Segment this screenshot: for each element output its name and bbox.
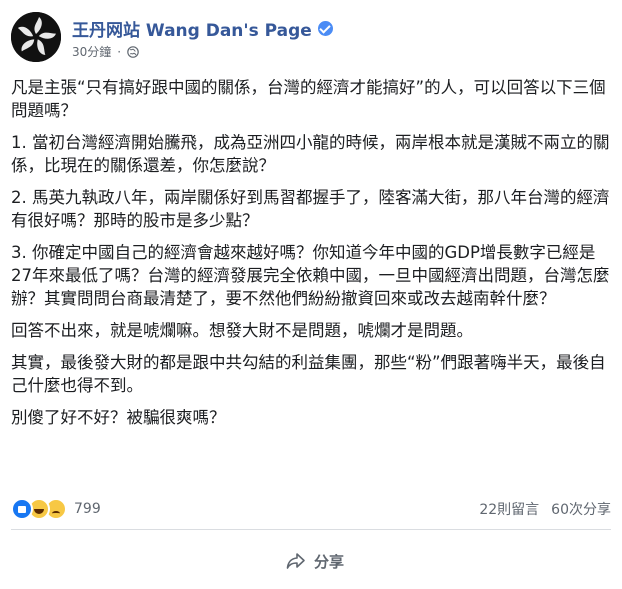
post-paragraph: 回答不出來，就是唬爛嘛。想發大財不是問題，唬爛才是問題。 bbox=[11, 321, 473, 340]
like-icon bbox=[11, 498, 33, 520]
post-paragraph: 3. 你確定中國自己的經濟會越來越好嗎？你知道今年中國的GDP增長數字已經是27… bbox=[11, 243, 610, 308]
engagement-counts: 22則留言 60次分享 bbox=[479, 499, 611, 519]
comment-count[interactable]: 22則留言 bbox=[479, 499, 539, 519]
post-header: 王丹网站 Wang Dan's Page 30分鐘 · bbox=[11, 10, 611, 62]
post-paragraph: 1. 當初台灣經濟開始騰飛，成為亞洲四小龍的時候，兩岸根本就是漢賊不兩立的關係，… bbox=[11, 133, 610, 175]
globe-icon[interactable] bbox=[127, 45, 139, 58]
post-body: 凡是主張“只有搞好跟中國的關係，台灣的經濟才能搞好”的人，可以回答以下三個問題嗎… bbox=[11, 76, 611, 438]
verified-badge-icon bbox=[317, 21, 333, 36]
page-name-label[interactable]: 王丹网站 Wang Dan's Page bbox=[72, 16, 312, 41]
page-name[interactable]: 王丹网站 Wang Dan's Page bbox=[72, 16, 333, 41]
post-meta: 30分鐘 · bbox=[72, 43, 139, 60]
share-count[interactable]: 60次分享 bbox=[551, 499, 611, 519]
divider bbox=[11, 529, 611, 530]
share-label: 分享 bbox=[314, 552, 345, 571]
post-paragraph: 別傻了好不好？被騙很爽嗎？ bbox=[11, 408, 226, 427]
reaction-count[interactable]: 799 bbox=[74, 501, 101, 517]
bauhinia-flower-icon bbox=[11, 12, 61, 62]
avatar[interactable] bbox=[11, 12, 61, 62]
facebook-post: 王丹网站 Wang Dan's Page 30分鐘 · 凡是主張“只有搞好跟中國… bbox=[0, 0, 622, 589]
post-paragraph: 凡是主張“只有搞好跟中國的關係，台灣的經濟才能搞好”的人，可以回答以下三個問題嗎… bbox=[11, 78, 606, 120]
share-button[interactable]: 分享 bbox=[286, 548, 344, 574]
post-timestamp[interactable]: 30分鐘 bbox=[72, 43, 111, 60]
post-paragraph: 2. 馬英九執政八年，兩岸關係好到馬習都握手了，陸客滿大街，那八年台灣的經濟有很… bbox=[11, 188, 610, 230]
share-arrow-icon bbox=[286, 553, 305, 569]
post-paragraph: 其實，最後發大財的都是跟中共勾結的利益集團，那些“粉”們跟著嗨半天，最後自己什麼… bbox=[11, 353, 606, 395]
meta-separator: · bbox=[117, 44, 122, 59]
reaction-summary[interactable]: 799 bbox=[11, 498, 101, 520]
reactions-bar: 799 22則留言 60次分享 bbox=[11, 496, 611, 522]
